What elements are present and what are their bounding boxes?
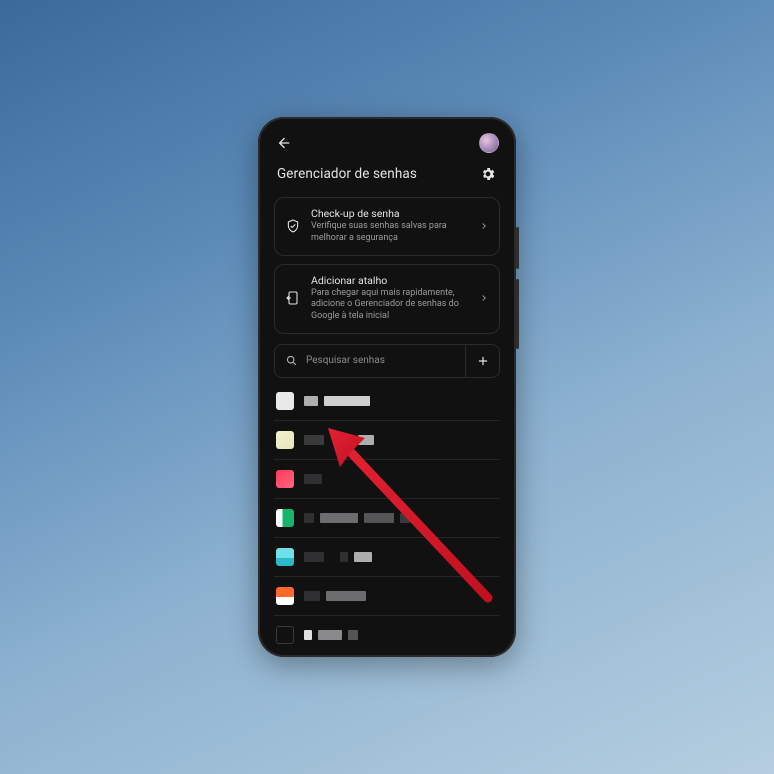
redacted-label: [304, 591, 366, 601]
site-favicon: [276, 548, 294, 566]
topbar: [265, 125, 509, 159]
gear-icon: [480, 166, 496, 182]
password-row[interactable]: [274, 460, 500, 499]
title-row: Gerenciador de senhas: [265, 159, 509, 193]
search-row: Pesquisar senhas: [274, 344, 500, 378]
search-icon: [285, 354, 298, 367]
settings-button[interactable]: [479, 165, 497, 183]
site-favicon: [276, 587, 294, 605]
search-input[interactable]: Pesquisar senhas: [275, 345, 465, 377]
side-button: [516, 279, 519, 349]
card-checkup[interactable]: Check-up de senha Verifique suas senhas …: [274, 197, 500, 256]
site-favicon: [276, 431, 294, 449]
checkup-icon: [283, 218, 303, 234]
site-favicon: [276, 626, 294, 644]
redacted-label: [304, 474, 322, 484]
password-row[interactable]: [274, 538, 500, 577]
password-row[interactable]: [274, 577, 500, 616]
card-body: Adicionar atalho Para chegar aqui mais r…: [311, 274, 469, 323]
site-favicon: [276, 470, 294, 488]
shortcut-icon: [283, 290, 303, 306]
site-favicon: [276, 509, 294, 527]
redacted-label: [304, 552, 372, 562]
chevron-right-icon: [477, 293, 491, 303]
arrow-left-icon: [276, 135, 292, 151]
site-favicon: [276, 392, 294, 410]
password-list: [274, 382, 500, 647]
redacted-label: [304, 396, 370, 406]
redacted-label: [304, 630, 358, 640]
redacted-label: [304, 513, 410, 523]
card-title: Check-up de senha: [311, 207, 469, 220]
card-body: Check-up de senha Verifique suas senhas …: [311, 207, 469, 245]
page-title: Gerenciador de senhas: [277, 166, 417, 182]
card-subtitle: Para chegar aqui mais rapidamente, adici…: [311, 288, 469, 323]
screen: Gerenciador de senhas Check-up de senha …: [265, 125, 509, 647]
card-shortcut[interactable]: Adicionar atalho Para chegar aqui mais r…: [274, 264, 500, 334]
card-title: Adicionar atalho: [311, 274, 469, 287]
card-subtitle: Verifique suas senhas salvas para melhor…: [311, 221, 469, 244]
plus-icon: [476, 354, 490, 368]
redacted-label: [304, 435, 374, 445]
back-button[interactable]: [275, 134, 293, 152]
password-row[interactable]: [274, 499, 500, 538]
password-row[interactable]: [274, 616, 500, 647]
side-button: [516, 227, 519, 269]
avatar[interactable]: [479, 133, 499, 153]
chevron-right-icon: [477, 221, 491, 231]
search-placeholder: Pesquisar senhas: [306, 355, 385, 366]
password-row[interactable]: [274, 382, 500, 421]
phone-frame: Gerenciador de senhas Check-up de senha …: [258, 117, 516, 657]
password-row[interactable]: [274, 421, 500, 460]
add-password-button[interactable]: [465, 345, 499, 377]
